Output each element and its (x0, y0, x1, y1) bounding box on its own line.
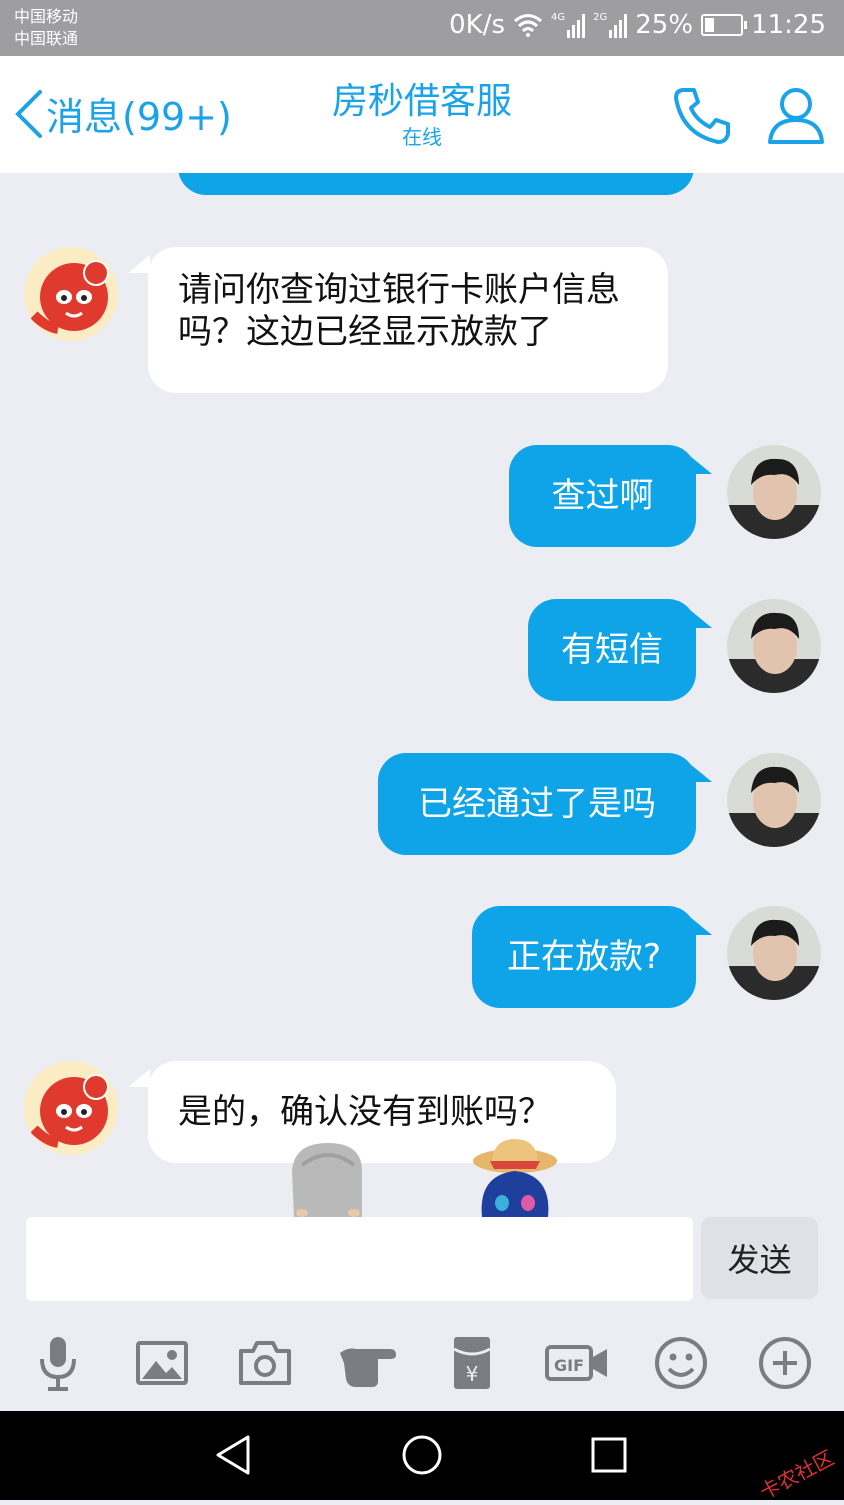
back-button[interactable]: 消息(99+) (10, 86, 232, 141)
wifi-icon (514, 14, 542, 37)
image-icon[interactable] (132, 1333, 192, 1393)
clock: 11:25 (751, 10, 826, 40)
net-speed: 0K/s (449, 10, 506, 40)
message-bubble-outgoing[interactable]: 查过啊 (509, 445, 696, 547)
sim1-tag: 4G (551, 12, 566, 23)
poke-icon[interactable] (338, 1333, 398, 1393)
agent-avatar-icon (24, 247, 118, 341)
peeking-hat-character (473, 1139, 557, 1217)
chat-title: 房秒借客服 (331, 81, 512, 122)
camera-icon[interactable] (235, 1333, 295, 1393)
user-avatar[interactable] (727, 906, 821, 1000)
chat-title-block: 房秒借客服 在线 (222, 80, 622, 150)
sim2-tag: 2G (593, 12, 608, 23)
message-text: 正在放款? (506, 937, 662, 977)
agent-avatar[interactable] (24, 247, 118, 341)
back-triangle-icon[interactable] (210, 1431, 258, 1479)
phone-icon (674, 88, 730, 144)
user-avatar[interactable] (727, 753, 821, 847)
agent-avatar-icon (24, 1061, 118, 1155)
home-circle-icon[interactable] (398, 1431, 446, 1479)
peeking-grey-character (292, 1143, 362, 1217)
message-list[interactable]: 请问你查询过银行卡账户信息吗？这边已经显示放款了 查过啊 有短信 已经通过了是吗 (0, 173, 844, 1217)
message-text: 查过啊 (551, 476, 654, 516)
carrier-2: 中国联通 (14, 29, 79, 48)
svg-text:¥: ¥ (466, 1362, 479, 1386)
message-bubble-outgoing[interactable]: 有短信 (528, 599, 696, 701)
person-icon (768, 88, 824, 144)
signal-icon-sim1: 4G (551, 12, 586, 38)
user-avatar[interactable] (727, 445, 821, 539)
red-packet-icon[interactable]: ¥ (442, 1333, 502, 1393)
emoji-icon[interactable] (651, 1333, 711, 1393)
user-avatar-icon (727, 906, 821, 1000)
message-bubble-outgoing[interactable]: 已经通过了是吗 (378, 753, 696, 855)
microphone-icon[interactable] (28, 1333, 88, 1393)
back-label: 消息(99+) (46, 95, 232, 139)
message-text: 请问你查询过银行卡账户信息吗？这边已经显示放款了 (178, 270, 620, 352)
chevron-left-icon (15, 89, 42, 138)
profile-button[interactable] (764, 84, 828, 148)
carrier-1: 中国移动 (14, 7, 79, 26)
user-avatar-icon (727, 753, 821, 847)
message-bubble-incoming[interactable]: 请问你查询过银行卡账户信息吗？这边已经显示放款了 (148, 247, 668, 393)
carrier-info: 中国移动 中国联通 (14, 6, 78, 50)
plus-icon[interactable] (755, 1333, 815, 1393)
composer-bar: 发送 (0, 1217, 844, 1313)
battery-icon (701, 14, 748, 36)
svg-text:GIF: GIF (554, 1356, 584, 1375)
composer-toolbar: ¥ GIF (0, 1313, 844, 1411)
message-bubble-outgoing[interactable]: 正在放款? (472, 906, 696, 1008)
message-text: 是的，确认没有到账吗？ (178, 1092, 552, 1132)
message-text: 已经通过了是吗 (418, 784, 656, 824)
message-text: 有短信 (561, 630, 663, 670)
watermark: 卡农社区 (755, 1445, 838, 1505)
gif-icon[interactable]: GIF (545, 1333, 611, 1393)
previous-message-bubble (178, 173, 694, 195)
user-avatar-icon (727, 445, 821, 539)
message-input[interactable] (26, 1217, 693, 1301)
signal-icon-sim2: 2G (593, 12, 628, 38)
online-status: 在线 (402, 125, 442, 149)
system-navigation-bar: 卡农社区 (0, 1411, 844, 1504)
recents-square-icon[interactable] (585, 1431, 633, 1479)
agent-avatar[interactable] (24, 1061, 118, 1155)
status-indicators: 0K/s 4G 2G 25% 11:25 (449, 10, 826, 40)
chat-header: 消息(99+) 房秒借客服 在线 (0, 56, 844, 173)
send-button[interactable]: 发送 (701, 1217, 818, 1299)
battery-percent: 25% (635, 10, 694, 40)
status-bar: 中国移动 中国联通 0K/s 4G 2G 25% 11:25 (0, 0, 844, 56)
user-avatar-icon (727, 599, 821, 693)
user-avatar[interactable] (727, 599, 821, 693)
call-button[interactable] (670, 84, 734, 148)
